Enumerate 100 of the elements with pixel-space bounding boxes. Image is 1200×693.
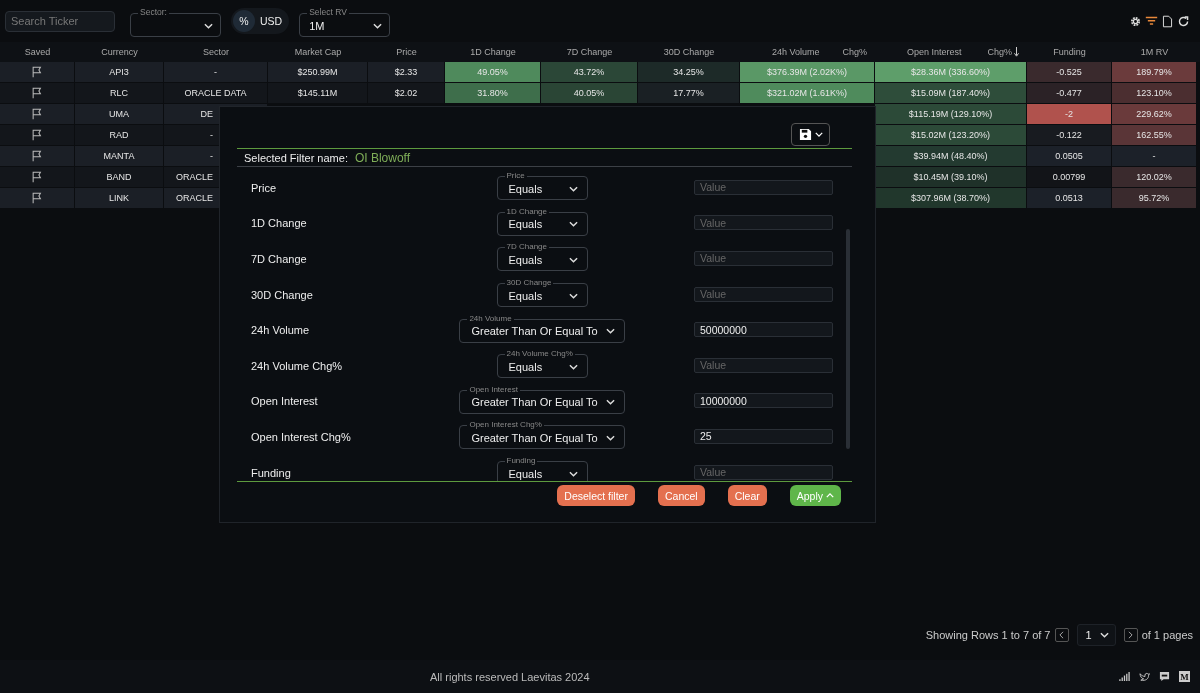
value-field[interactable]: 50000000 [694,322,833,338]
table-cell: API3 [75,62,164,83]
field-label: Select RV [307,7,349,18]
filter-label: Open Interest Chg% [251,430,352,443]
value-field[interactable]: Value [694,215,833,231]
chevron-left-icon [1059,631,1064,639]
table-cell: $15.02M (123.20%) [875,125,1027,146]
table-cell: - [164,62,268,83]
filter-name: OI Blowoff [354,150,411,165]
chevron-down-icon [204,22,213,29]
table-cell: $39.94M (48.40%) [875,146,1027,167]
refresh-icon[interactable] [1177,14,1190,28]
flag-icon[interactable] [31,66,43,78]
operator-select[interactable]: 24h Volume Greater Than Or Equal To [459,312,625,343]
sector-select[interactable]: Sector: [130,7,221,37]
column-header[interactable]: 1D Change [470,47,516,57]
settings-icon[interactable] [1129,14,1142,28]
flag-icon[interactable] [31,87,43,99]
operator-select[interactable]: Open Interest Greater Than Or Equal To [459,383,625,414]
bird-icon[interactable] [1139,671,1150,682]
flag-icon[interactable] [31,150,43,162]
table-cell: 0.00799 [1027,167,1112,188]
value-field[interactable]: Value [694,251,833,266]
column-header[interactable]: Price [396,47,417,57]
chevron-down-icon [568,363,578,370]
chevron-down-icon [568,257,578,263]
table-cell: 34.25% [638,62,740,83]
chat-icon[interactable] [1159,671,1170,682]
field-label: 24h Volume Chg% [504,348,575,360]
table-cell: 162.55% [1112,125,1197,146]
field-label: Open Interest Chg% [467,419,544,431]
column-header[interactable]: Funding [1053,47,1086,57]
filter-label: 24h Volume Chg% [251,359,344,372]
unit-toggle[interactable]: % [233,10,255,32]
table-cell: $321.02M (1.61K%) [740,83,875,104]
table-cell: $28.36M (336.60%) [875,62,1027,83]
table-cell: 123.10% [1112,83,1197,104]
chevron-down-icon [605,434,615,441]
chevron-right-icon [1128,631,1134,639]
filter-icon[interactable] [1145,14,1158,28]
scrollbar[interactable] [846,229,850,449]
chevron-down-icon [373,22,383,29]
column-header[interactable]: 1M RV [1140,47,1169,57]
chevron-down-icon [814,132,823,137]
table-cell: $115.19M (129.10%) [875,104,1027,125]
table-cell: $250.99M [268,62,368,83]
sort-down-icon[interactable] [1014,47,1019,57]
chevron-down-icon [568,470,578,477]
chevron-down-icon [605,399,615,406]
value-field[interactable]: Value [694,464,833,480]
column-header[interactable]: 30D Change [663,47,715,57]
column-header[interactable]: Sector [203,47,229,57]
table-cell: $376.39M (2.02K%) [740,62,875,83]
column-header[interactable]: Chg% [987,47,1012,57]
value-field[interactable]: 10000000 [694,393,833,409]
column-header[interactable]: Open Interest [907,47,962,57]
field-label: 7D Change [504,241,549,253]
value-field[interactable]: Value [694,357,833,373]
save-menu-button[interactable] [791,123,830,146]
column-header[interactable]: Saved [24,47,51,57]
flag-icon[interactable] [31,108,43,120]
column-header[interactable]: Market Cap [294,47,342,57]
operator-select[interactable]: 30D Change Equals [496,277,588,308]
table-cell: $2.33 [368,62,445,83]
value-field[interactable]: Value [694,286,833,302]
page-select[interactable]: 1 [1076,624,1116,646]
value-field[interactable]: 25 [694,428,833,444]
rv-select[interactable]: Select RV 1M [299,7,391,37]
filter-label: 1D Change [251,217,308,230]
table-cell: 43.72% [541,62,638,83]
table-cell: ORACLE DATA [164,83,268,104]
next-page-button[interactable] [1123,628,1138,642]
search-field[interactable]: Search Ticker [5,10,115,32]
document-icon[interactable] [1161,14,1174,28]
column-header[interactable]: 24h Volume [772,47,820,57]
table-cell: -0.122 [1027,125,1112,146]
operator-select[interactable]: 1D Change Equals [496,205,588,236]
table-cell: RLC [75,83,164,104]
operator-select[interactable]: 24h Volume Chg% Equals [496,348,588,379]
column-header[interactable]: Chg% [842,47,867,57]
chevron-down-icon [568,292,578,299]
table-cell: UMA [75,104,164,125]
value-field[interactable]: Value [694,179,833,195]
medium-link[interactable]: M [1179,671,1190,682]
column-header[interactable]: 7D Change [566,47,613,57]
chevron-down-icon [605,328,615,335]
operator-select[interactable]: 7D Change Equals [496,241,588,272]
signal-bars-icon[interactable] [1119,671,1130,682]
chevron-down-icon [568,185,578,192]
flag-icon[interactable] [31,129,43,141]
previous-page-button[interactable] [1054,628,1069,642]
column-header[interactable]: Currency [101,47,138,57]
unit-toggle[interactable]: USD [255,10,288,32]
operator-select[interactable]: Price Equals [496,170,588,201]
table-cell: - [1112,146,1197,167]
table-cell: 40.05% [541,83,638,104]
flag-icon[interactable] [31,192,43,204]
flag-icon[interactable] [31,171,43,183]
table-cell: 229.62% [1112,104,1197,125]
operator-select[interactable]: Open Interest Chg% Greater Than Or Equal To [459,419,625,450]
